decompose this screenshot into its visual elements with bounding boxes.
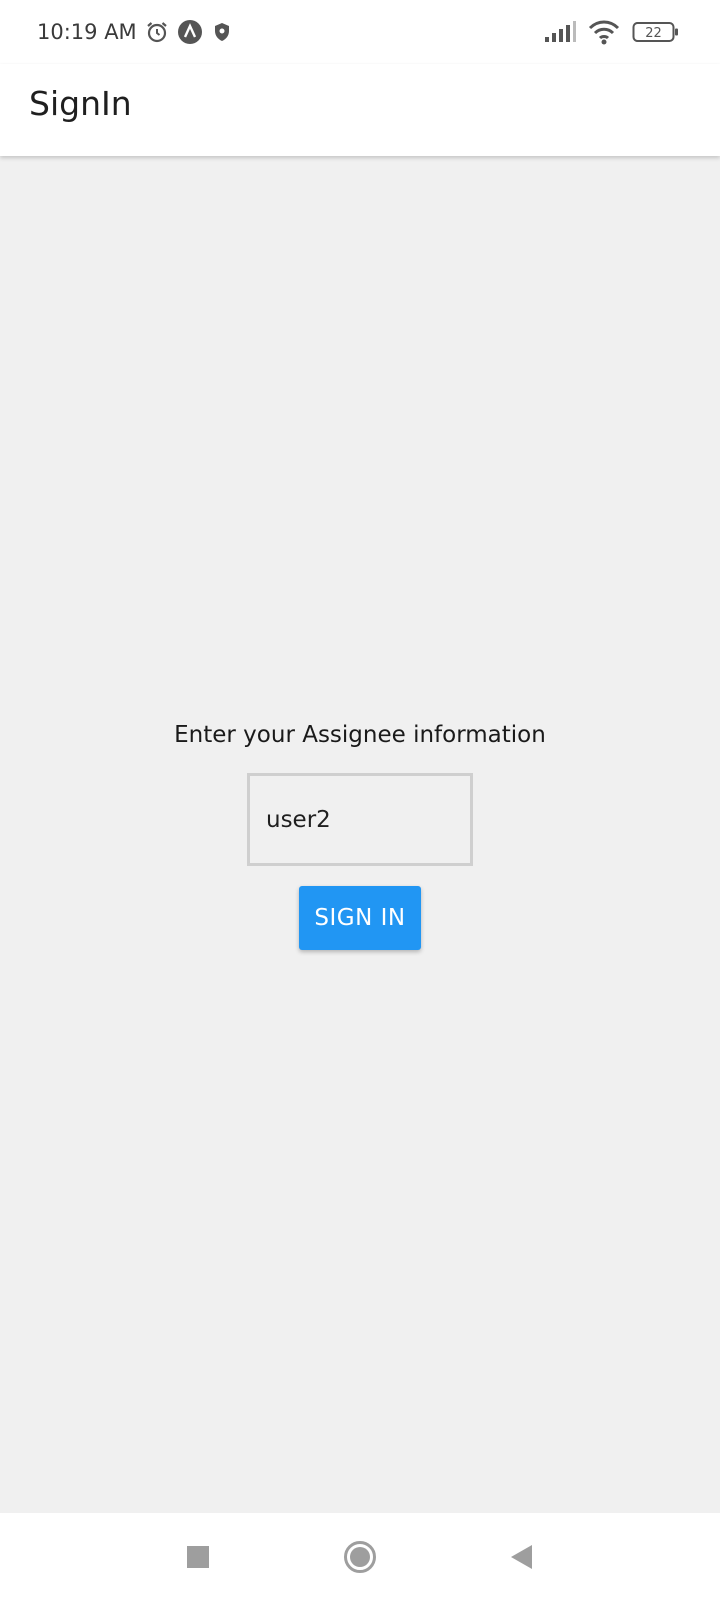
assignee-prompt-label: Enter your Assignee information bbox=[174, 722, 546, 748]
back-icon[interactable] bbox=[505, 1541, 537, 1573]
status-time: 10:19 AM bbox=[37, 20, 137, 44]
sign-in-button[interactable]: SIGN IN bbox=[299, 886, 421, 950]
recents-icon[interactable] bbox=[182, 1541, 214, 1573]
screen: 10:19 AM 22 SignIn Enter your Assignee i… bbox=[0, 0, 720, 1600]
status-bar: 10:19 AM 22 bbox=[0, 0, 720, 64]
home-icon[interactable] bbox=[342, 1539, 378, 1575]
status-right: 22 bbox=[544, 19, 680, 45]
status-left: 10:19 AM bbox=[37, 19, 233, 45]
shield-icon bbox=[211, 21, 233, 43]
assignee-input[interactable]: user2 bbox=[247, 773, 473, 866]
navigation-bar bbox=[0, 1513, 720, 1600]
alarm-icon bbox=[145, 20, 169, 44]
page-title: SignIn bbox=[29, 83, 132, 123]
battery-icon: 22 bbox=[632, 20, 680, 44]
app-bar: SignIn bbox=[0, 64, 720, 156]
wifi-icon bbox=[588, 19, 620, 45]
battery-level: 22 bbox=[645, 26, 662, 41]
signal-icon bbox=[544, 21, 576, 43]
app-notification-icon bbox=[177, 19, 203, 45]
sign-in-form: Enter your Assignee information user2 SI… bbox=[0, 156, 720, 1513]
